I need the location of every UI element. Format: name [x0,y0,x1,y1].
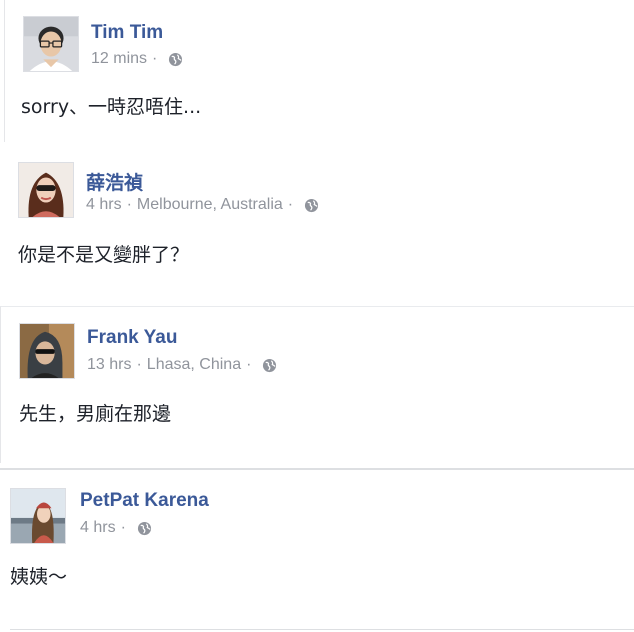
avatar[interactable] [18,162,74,218]
comment-meta: 4 hrs · Melbourne, Australia · [86,196,319,214]
meta-separator: · [152,50,158,67]
timestamp[interactable]: 4 hrs [80,519,116,537]
comment-text: 你是不是又變胖了？ [18,244,190,266]
author-name[interactable]: Tim Tim [91,22,163,44]
timestamp[interactable]: 13 hrs [87,356,131,374]
comment-text: 姨姨～ [10,566,68,588]
meta-separator: · [120,519,126,536]
globe-icon[interactable] [137,521,152,536]
globe-icon[interactable] [304,198,319,213]
avatar[interactable] [19,323,75,379]
location-link[interactable]: Melbourne, Australia [137,196,283,214]
meta-separator: · [287,196,294,213]
avatar[interactable] [23,16,79,72]
comment-text: sorry、一時忍唔住... [21,96,202,118]
comment-card: 薛浩禎 4 hrs · Melbourne, Australia · 你是不是又… [0,148,634,298]
comment-card: Tim Tim 12 mins · sorry、一時忍唔住... [4,0,634,142]
globe-icon[interactable] [168,52,183,67]
location-link[interactable]: Lhasa, China [147,356,241,374]
comment-card: PetPat Karena 4 hrs · 姨姨～ [0,468,634,632]
author-name[interactable]: 薛浩禎 [86,168,143,195]
comment-meta: 13 hrs · Lhasa, China · [87,356,277,374]
meta-separator: · [246,356,252,373]
comment-text: 先生，男廁在那邊 [19,403,172,425]
author-name[interactable]: PetPat Karena [80,490,209,512]
globe-icon[interactable] [262,358,277,373]
comment-meta: 12 mins · [91,50,183,68]
avatar[interactable] [10,488,66,544]
meta-separator: · [126,196,132,213]
timestamp[interactable]: 4 hrs [86,196,122,214]
timestamp[interactable]: 12 mins [91,50,147,68]
comment-meta: 4 hrs · [80,519,152,537]
meta-separator: · [136,356,142,373]
comment-card: Frank Yau 13 hrs · Lhasa, China · 先生，男廁在… [0,306,634,463]
author-name[interactable]: Frank Yau [87,327,177,349]
